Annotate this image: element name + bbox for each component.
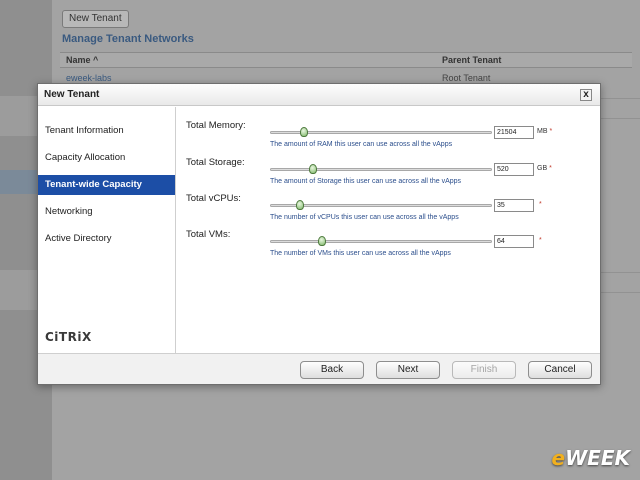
total-vcpus-input[interactable]: 35 xyxy=(494,199,534,212)
required-marker: * xyxy=(549,165,552,172)
field-total-memory: Total Memory: 21504 MB * The amount of RA… xyxy=(177,120,600,160)
background-sidebar-selected xyxy=(0,170,40,194)
close-button[interactable]: x xyxy=(580,89,592,101)
total-storage-unit: GB * xyxy=(537,165,552,172)
total-memory-input[interactable]: 21504 xyxy=(494,126,534,139)
watermark-prefix: e xyxy=(551,446,566,470)
manage-tenant-networks-title: Manage Tenant Networks xyxy=(62,33,194,45)
citrix-logo-text: CiTRiX xyxy=(45,330,92,344)
unit-text: MB xyxy=(537,128,548,135)
total-memory-slider[interactable] xyxy=(270,127,492,137)
field-total-vcpus: Total vCPUs: 35 * The number of vCPUs th… xyxy=(177,193,600,233)
nav-item-capacity-allocation[interactable]: Capacity Allocation xyxy=(38,148,175,168)
capacity-form: Total Memory: 21504 MB * The amount of RA… xyxy=(177,107,600,353)
total-vcpus-slider[interactable] xyxy=(270,200,492,210)
eweek-watermark: eWEEK xyxy=(552,446,630,470)
tenant-name-link[interactable]: eweek-labs xyxy=(66,73,112,83)
table-row[interactable]: eweek-labs Root Tenant xyxy=(60,70,632,84)
total-storage-input[interactable]: 520 xyxy=(494,163,534,176)
total-vms-unit: * xyxy=(537,237,542,244)
back-button[interactable]: Back xyxy=(300,361,364,379)
wizard-nav: Tenant Information Capacity Allocation T… xyxy=(38,107,176,353)
parent-tenant-cell: Root Tenant xyxy=(442,73,491,83)
total-memory-unit: MB * xyxy=(537,128,552,135)
dialog-title: New Tenant xyxy=(44,89,100,100)
slider-handle[interactable] xyxy=(308,164,317,174)
total-storage-label: Total Storage: xyxy=(186,157,245,168)
watermark-suffix: WEEK xyxy=(565,446,630,470)
total-storage-help: The amount of Storage this user can use … xyxy=(270,178,462,185)
dialog-footer: Back Next Finish Cancel xyxy=(38,353,600,384)
field-total-vms: Total VMs: 64 * The number of VMs this u… xyxy=(177,229,600,269)
cancel-button[interactable]: Cancel xyxy=(528,361,592,379)
unit-text: GB xyxy=(537,165,548,172)
slider-handle[interactable] xyxy=(295,200,304,210)
total-vms-input[interactable]: 64 xyxy=(494,235,534,248)
nav-item-tenant-information[interactable]: Tenant Information xyxy=(38,121,175,141)
total-vms-label: Total VMs: xyxy=(186,229,231,240)
total-vms-slider[interactable] xyxy=(270,236,492,246)
nav-item-networking[interactable]: Networking xyxy=(38,202,175,222)
required-marker: * xyxy=(539,201,542,208)
total-vms-help: The number of VMs this user can use acro… xyxy=(270,250,451,257)
finish-button: Finish xyxy=(452,361,516,379)
field-total-storage: Total Storage: 520 GB * The amount of Sto… xyxy=(177,157,600,197)
total-storage-slider[interactable] xyxy=(270,164,492,174)
slider-handle[interactable] xyxy=(300,127,308,137)
nav-item-active-directory[interactable]: Active Directory xyxy=(38,229,175,249)
required-marker: * xyxy=(539,237,542,244)
new-tenant-button[interactable]: New Tenant xyxy=(62,10,129,28)
next-button[interactable]: Next xyxy=(376,361,440,379)
new-tenant-dialog: New Tenant x Tenant Information Capacity… xyxy=(37,83,601,385)
dialog-header: New Tenant x xyxy=(38,84,600,106)
citrix-logo: CiTRiX xyxy=(45,330,92,344)
nav-item-tenant-wide-capacity[interactable]: Tenant-wide Capacity xyxy=(38,175,175,195)
slider-handle[interactable] xyxy=(317,236,326,246)
total-vcpus-label: Total vCPUs: xyxy=(186,193,241,204)
column-header-parent-tenant[interactable]: Parent Tenant xyxy=(442,55,501,65)
column-header-name[interactable]: Name ^ xyxy=(66,55,98,65)
total-memory-help: The amount of RAM this user can use acro… xyxy=(270,141,453,148)
close-icon: x xyxy=(583,89,589,100)
required-marker: * xyxy=(549,128,553,135)
total-memory-label: Total Memory: xyxy=(186,120,246,131)
total-vcpus-help: The number of vCPUs this user can use ac… xyxy=(270,214,459,221)
total-vcpus-unit: * xyxy=(537,201,542,208)
tenant-table-header: Name ^ Parent Tenant xyxy=(60,52,632,68)
